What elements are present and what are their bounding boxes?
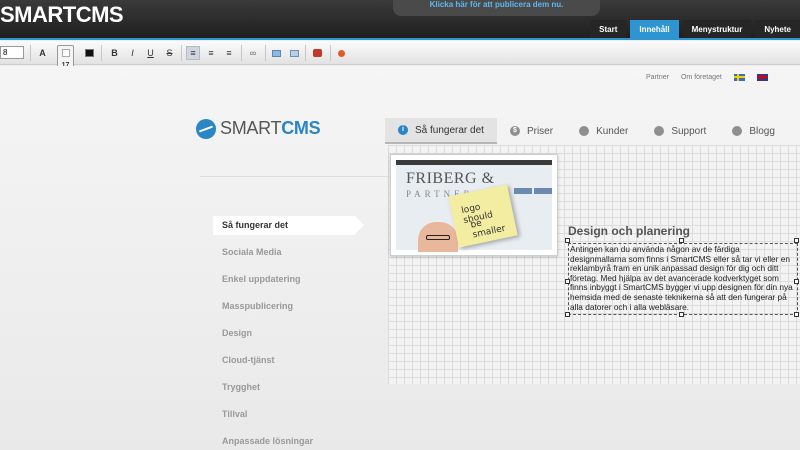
tab-start[interactable]: Start bbox=[590, 20, 627, 38]
image-icon[interactable] bbox=[270, 46, 282, 60]
color-swatch bbox=[84, 49, 94, 57]
side-item-how-it-works[interactable]: Så fungerar det bbox=[213, 216, 364, 235]
nav-label: Blogg bbox=[749, 125, 775, 137]
toolbar-divider bbox=[265, 45, 266, 61]
tab-nyheter[interactable]: Nyhete bbox=[755, 20, 800, 38]
toolbar-divider bbox=[30, 45, 31, 61]
toolbar-divider bbox=[330, 45, 331, 61]
side-menu: Så fungerar det Sociala Media Enkel uppd… bbox=[213, 216, 364, 450]
clear-format-glyph bbox=[337, 49, 345, 57]
logo-icon bbox=[196, 118, 216, 139]
toolbar-divider bbox=[241, 45, 242, 61]
utility-nav: Partner Om företaget bbox=[640, 66, 800, 88]
nav-label: Priser bbox=[526, 125, 554, 137]
background-color-icon[interactable] bbox=[83, 46, 95, 60]
chat-icon bbox=[732, 126, 743, 136]
image-glyph bbox=[271, 49, 281, 57]
users-icon bbox=[579, 126, 590, 136]
nav-label: Kunder bbox=[596, 125, 629, 137]
logo-text-cms: CMS bbox=[281, 118, 321, 138]
english-flag-icon[interactable] bbox=[756, 73, 768, 81]
thumbnail-nav-button bbox=[534, 188, 552, 194]
table-glyph bbox=[289, 49, 299, 57]
publish-notice[interactable]: Klicka här för att publicera dem nu. bbox=[393, 0, 600, 16]
partner-link[interactable]: Partner bbox=[646, 74, 669, 81]
toolbar-divider bbox=[101, 45, 102, 61]
resize-handle[interactable] bbox=[679, 312, 684, 318]
resize-handle[interactable] bbox=[794, 238, 799, 243]
nav-item-customers[interactable]: Kunder bbox=[566, 118, 641, 144]
swedish-flag-icon[interactable] bbox=[733, 73, 745, 81]
nav-label: Så fungerar det bbox=[415, 124, 484, 136]
comment-glyph bbox=[312, 49, 322, 57]
admin-tabs: Start Innehåll Menystruktur Nyhete bbox=[590, 20, 800, 38]
toolbar-divider bbox=[181, 45, 182, 61]
resize-handle[interactable] bbox=[794, 312, 799, 318]
nav-item-how-it-works[interactable]: i Så fungerar det bbox=[385, 118, 497, 144]
content-section: Design och planering Antingen kan du anv… bbox=[565, 224, 799, 318]
editor-toolbar: 8 A B I U S ≡ ≡ ≡ ∞ bbox=[0, 41, 800, 65]
thumbnail-website: FRIBERG & PARTNER logo should be smaller bbox=[396, 160, 552, 252]
about-link[interactable]: Om företaget bbox=[681, 74, 722, 81]
design-thumbnail-image[interactable]: FRIBERG & PARTNER logo should be smaller bbox=[390, 154, 558, 256]
section-title[interactable]: Design och planering bbox=[568, 224, 798, 238]
info-icon: i bbox=[398, 125, 408, 135]
side-item-social-media[interactable]: Sociala Media bbox=[213, 243, 355, 270]
link-icon[interactable]: ∞ bbox=[246, 46, 260, 60]
section-body-text[interactable]: Antingen kan du använda någon av de färd… bbox=[568, 243, 798, 316]
resize-handle[interactable] bbox=[565, 279, 570, 284]
glasses-shape bbox=[426, 235, 450, 240]
resize-handle[interactable] bbox=[565, 312, 570, 318]
site-main-nav: i Så fungerar det $ Priser Kunder Suppor… bbox=[385, 118, 800, 144]
italic-button[interactable]: I bbox=[127, 46, 138, 60]
logo-text-smart: SMART bbox=[220, 118, 282, 138]
font-size-select[interactable]: 8 bbox=[0, 46, 24, 59]
tab-menystruktur[interactable]: Menystruktur bbox=[682, 20, 752, 38]
nav-item-support[interactable]: Support bbox=[641, 118, 719, 144]
dollar-icon: $ bbox=[509, 126, 520, 136]
admin-brand-logo: SMARTCMS bbox=[0, 2, 124, 27]
tab-innehall[interactable]: Innehåll bbox=[630, 20, 679, 38]
side-item-addons[interactable]: Tillval bbox=[213, 405, 355, 432]
nav-item-prices[interactable]: $ Priser bbox=[497, 118, 566, 144]
admin-top-bar: SMARTCMS Klicka här för att publicera de… bbox=[0, 0, 800, 40]
side-item-security[interactable]: Trygghet bbox=[213, 378, 355, 405]
align-center-icon[interactable]: ≡ bbox=[205, 46, 217, 60]
side-item-custom-solutions[interactable]: Anpassade lösningar bbox=[213, 432, 355, 450]
resize-handle[interactable] bbox=[794, 279, 799, 284]
underline-button[interactable]: U bbox=[145, 46, 156, 60]
thumbnail-company-name: FRIBERG & bbox=[406, 170, 495, 187]
side-item-mass-publishing[interactable]: Masspublicering bbox=[213, 297, 355, 324]
strikethrough-button[interactable]: S bbox=[164, 46, 175, 60]
table-icon[interactable] bbox=[288, 46, 300, 60]
comment-icon[interactable] bbox=[310, 46, 324, 60]
site-logo[interactable]: SMARTCMS bbox=[196, 118, 321, 139]
side-item-cloud-service[interactable]: Cloud-tjänst bbox=[213, 351, 355, 378]
bold-button[interactable]: B bbox=[109, 46, 120, 60]
support-icon bbox=[654, 126, 665, 136]
font-icon[interactable]: A bbox=[36, 46, 49, 60]
side-item-design[interactable]: Design bbox=[213, 324, 355, 351]
nav-label: Support bbox=[671, 125, 707, 137]
resize-handle[interactable] bbox=[679, 238, 684, 243]
align-left-icon[interactable]: ≡ bbox=[186, 46, 200, 60]
thumbnail-topbar bbox=[396, 160, 552, 165]
thumbnail-nav-button bbox=[514, 188, 532, 194]
sticky-note: logo should be smaller bbox=[448, 184, 518, 248]
toolbar-divider bbox=[305, 45, 306, 61]
line-height-icon[interactable] bbox=[62, 49, 70, 57]
side-item-easy-update[interactable]: Enkel uppdatering bbox=[213, 270, 355, 297]
clear-format-icon[interactable] bbox=[335, 46, 347, 60]
logo-text: SMARTCMS bbox=[220, 118, 321, 139]
resize-handle[interactable] bbox=[565, 238, 570, 243]
align-right-icon[interactable]: ≡ bbox=[223, 46, 235, 60]
nav-item-blog[interactable]: Blogg bbox=[719, 118, 788, 144]
